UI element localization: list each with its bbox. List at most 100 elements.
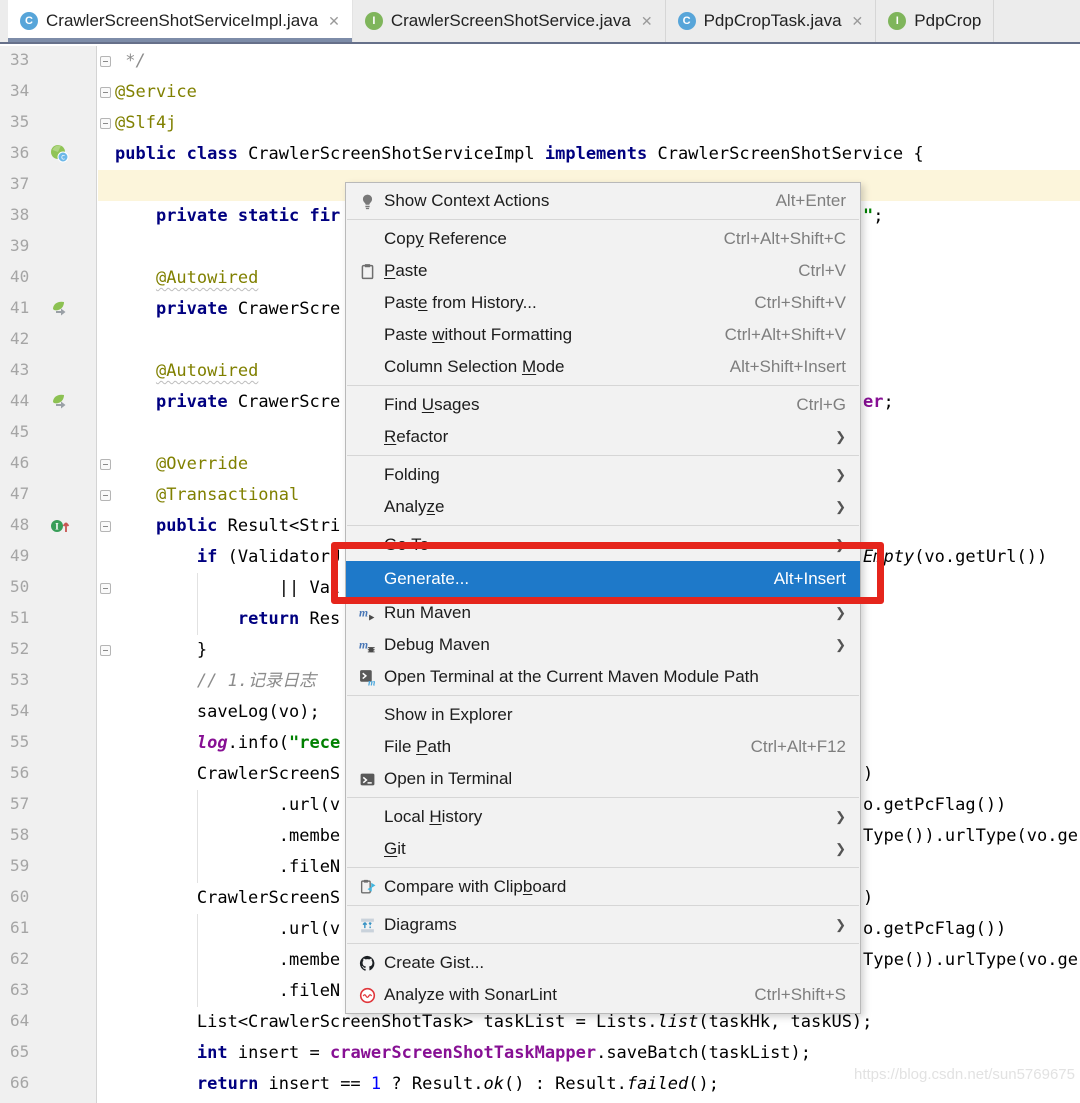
- tab-pdpcrop[interactable]: I PdpCrop: [876, 0, 995, 42]
- menu-item-create-gist[interactable]: Create Gist...: [346, 947, 860, 979]
- spring-bean-class-icon[interactable]: c: [50, 144, 69, 168]
- class-icon: C: [677, 12, 696, 30]
- code-text: public Result<Stri: [155, 516, 341, 536]
- menu-item-debug-maven[interactable]: m Debug Maven ❯: [346, 629, 860, 661]
- menu-item-folding[interactable]: Folding ❯: [346, 459, 860, 491]
- line-number: 36: [10, 143, 30, 162]
- fold-marker-icon[interactable]: [100, 87, 111, 98]
- menu-item-label: Open in Terminal: [384, 769, 513, 788]
- code-text: saveLog(vo);: [115, 702, 320, 722]
- fold-marker-icon[interactable]: [100, 56, 111, 67]
- code-line-35[interactable]: @Slf4j: [0, 108, 1080, 139]
- line-number: 44: [10, 391, 30, 410]
- menu-item-find-usages[interactable]: Find Usages Ctrl+G: [346, 389, 860, 421]
- fold-marker-icon[interactable]: [100, 118, 111, 129]
- menu-item-refactor[interactable]: Refactor ❯: [346, 421, 860, 453]
- code-text: .membe: [115, 826, 341, 846]
- menu-item-paste-from-history[interactable]: Paste from History... Ctrl+Shift+V: [346, 287, 860, 319]
- menu-item-local-history[interactable]: Local History ❯: [346, 801, 860, 833]
- menu-item-paste[interactable]: Paste Ctrl+V: [346, 255, 860, 287]
- fold-marker-icon[interactable]: [100, 645, 111, 656]
- menu-item-show-in-explorer[interactable]: Show in Explorer: [346, 699, 860, 731]
- code-line-33[interactable]: */: [0, 46, 1080, 77]
- menu-item-shortcut: Ctrl+V: [798, 261, 846, 280]
- menu-item-paste-without-formatting[interactable]: Paste without Formatting Ctrl+Alt+Shift+V: [346, 319, 860, 351]
- spring-autowired-icon[interactable]: [50, 299, 69, 323]
- menu-item-git[interactable]: Git ❯: [346, 833, 860, 865]
- line-number: 59: [10, 856, 30, 875]
- menu-item-analyze-with-sonarlint[interactable]: Analyze with SonarLint Ctrl+Shift+S: [346, 979, 860, 1011]
- line-number: 65: [10, 1042, 30, 1061]
- fold-marker-icon[interactable]: [100, 459, 111, 470]
- menu-item-open-terminal-at-the-current-maven-module-path[interactable]: m Open Terminal at the Current Maven Modu…: [346, 661, 860, 693]
- code-line-34[interactable]: @Service: [0, 77, 1080, 108]
- menu-item-show-context-actions[interactable]: Show Context Actions Alt+Enter: [346, 185, 860, 217]
- code-text: // 1.记录日志: [115, 671, 317, 691]
- tab-crawlerscreenshotserviceimpl-java[interactable]: C CrawlerScreenShotServiceImpl.java ✕: [8, 0, 353, 42]
- fold-marker-icon[interactable]: [100, 490, 111, 501]
- line-number: 53: [10, 670, 30, 689]
- line-number: 38: [10, 205, 30, 224]
- menu-item-shortcut: Ctrl+Alt+Shift+C: [723, 229, 846, 248]
- terminal-maven-icon: m: [354, 669, 380, 686]
- menu-item-diagrams[interactable]: Diagrams ❯: [346, 909, 860, 941]
- menu-item-copy-reference[interactable]: Copy Reference Ctrl+Alt+Shift+C: [346, 223, 860, 255]
- code-text: @Service: [115, 82, 197, 102]
- diagrams-icon: [354, 917, 380, 934]
- submenu-arrow-icon: ❯: [835, 467, 846, 482]
- line-number: 48: [10, 515, 30, 534]
- code-line-65[interactable]: int insert = crawerScreenShotTaskMapper.…: [0, 1038, 1080, 1069]
- tab-pdpcroptask-java[interactable]: C PdpCropTask.java ✕: [665, 0, 877, 42]
- maven-debug-icon: m: [354, 637, 380, 654]
- tab-label: PdpCropTask.java: [703, 11, 842, 30]
- override-method-icon[interactable]: I: [50, 516, 71, 540]
- tab-close-icon[interactable]: ✕: [852, 13, 864, 30]
- line-number: 66: [10, 1073, 30, 1092]
- menu-item-label: Diagrams: [384, 915, 457, 934]
- maven-run-icon: m: [354, 605, 380, 622]
- code-text: private static fir: [155, 206, 341, 226]
- menu-item-shortcut: Ctrl+Shift+V: [754, 293, 846, 312]
- line-number: 61: [10, 918, 30, 937]
- annotation-highlight-box: [331, 542, 884, 604]
- code-text: Type()).urlType(vo.ge: [863, 950, 1078, 970]
- clipboard-icon: [354, 263, 380, 280]
- code-line-36[interactable]: public class CrawlerScreenShotServiceImp…: [0, 139, 1080, 170]
- code-text: if (ValidatorU: [196, 547, 341, 567]
- submenu-arrow-icon: ❯: [835, 841, 846, 856]
- tab-crawlerscreenshotservice-java[interactable]: I CrawlerScreenShotService.java ✕: [352, 0, 666, 42]
- terminal-icon: [354, 771, 380, 788]
- tab-close-icon[interactable]: ✕: [328, 13, 340, 30]
- menu-item-analyze[interactable]: Analyze ❯: [346, 491, 860, 523]
- menu-item-shortcut: Ctrl+G: [796, 395, 846, 414]
- line-number: 50: [10, 577, 30, 596]
- code-text: @Slf4j: [115, 113, 177, 133]
- code-text: o.getPcFlag()): [863, 795, 1007, 815]
- code-text: .url(v: [115, 919, 341, 939]
- menu-separator: [347, 695, 859, 696]
- line-number: 47: [10, 484, 30, 503]
- menu-item-label: Find Usages: [384, 395, 480, 414]
- code-text: .membe: [115, 950, 341, 970]
- fold-marker-icon[interactable]: [100, 583, 111, 594]
- code-text: ): [863, 764, 874, 784]
- menu-item-file-path[interactable]: File Path Ctrl+Alt+F12: [346, 731, 860, 763]
- menu-item-column-selection-mode[interactable]: Column Selection Mode Alt+Shift+Insert: [346, 351, 860, 383]
- menu-item-label: Create Gist...: [384, 953, 485, 972]
- code-text: @Autowired: [155, 268, 259, 288]
- line-number: 49: [10, 546, 30, 565]
- menu-item-label: Debug Maven: [384, 635, 490, 654]
- menu-item-label: Paste from History...: [384, 293, 537, 312]
- menu-item-compare-with-clipboard[interactable]: Compare with Clipboard: [346, 871, 860, 903]
- tab-close-icon[interactable]: ✕: [641, 13, 653, 30]
- line-number: 56: [10, 763, 30, 782]
- menu-item-open-in-terminal[interactable]: Open in Terminal: [346, 763, 860, 795]
- menu-item-label: Refactor: [384, 427, 449, 446]
- menu-item-label: Run Maven: [384, 603, 471, 622]
- spring-autowired-icon[interactable]: [50, 392, 69, 416]
- fold-marker-icon[interactable]: [100, 521, 111, 532]
- code-text: o.getPcFlag()): [863, 919, 1007, 939]
- svg-text:c: c: [61, 153, 66, 162]
- code-text: Empty(vo.getUrl()): [863, 547, 1048, 567]
- submenu-arrow-icon: ❯: [835, 637, 846, 652]
